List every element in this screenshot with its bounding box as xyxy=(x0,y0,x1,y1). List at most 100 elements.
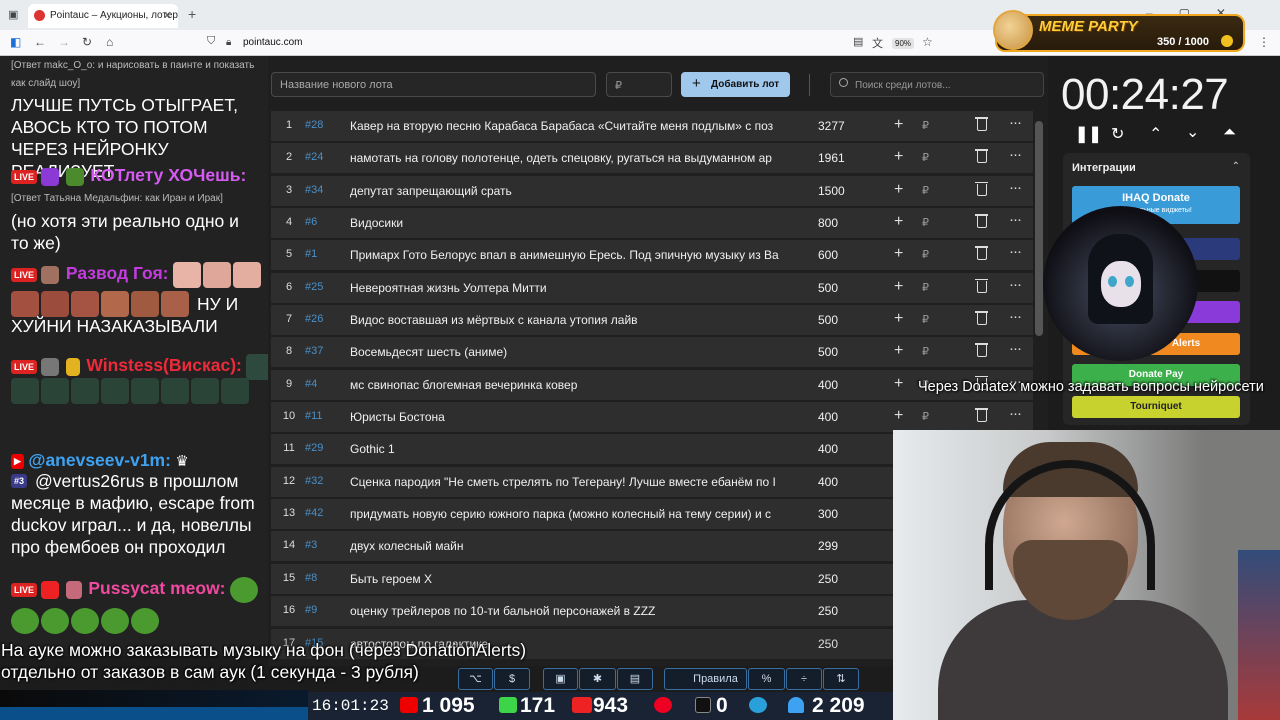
chat-username[interactable]: КОТлету ХОЧешь: xyxy=(90,165,246,185)
add-amount-icon[interactable]: + xyxy=(894,375,903,393)
more-icon[interactable]: ··· xyxy=(1009,114,1022,131)
ruble-icon[interactable]: ₽ xyxy=(922,410,929,423)
add-amount-icon[interactable]: + xyxy=(894,310,903,328)
lot-id[interactable]: #11 xyxy=(305,410,323,422)
lot-name[interactable]: намотать на голову полотенце, одеть спец… xyxy=(350,151,792,165)
lot-id[interactable]: #37 xyxy=(305,345,323,357)
trash-icon[interactable] xyxy=(975,117,988,131)
lot-name[interactable]: Юристы Бостона xyxy=(350,410,792,424)
tourniquet-button[interactable]: Tourniquet xyxy=(1072,396,1240,418)
lot-row[interactable]: 5 #1 Примарх Гото Белорус впал в анимешную… xyxy=(271,240,1033,271)
add-amount-icon[interactable]: + xyxy=(894,148,903,166)
trash-icon[interactable] xyxy=(975,408,988,423)
lot-id[interactable]: #3 xyxy=(305,539,317,551)
split-button[interactable]: ÷ xyxy=(786,668,822,690)
ruble-icon[interactable]: ₽ xyxy=(922,184,929,197)
lot-name[interactable]: мс свинопас блогемная вечеринка ковер xyxy=(350,378,792,392)
lot-id[interactable]: #26 xyxy=(305,313,323,325)
ruble-icon[interactable]: ₽ xyxy=(922,216,929,229)
lot-id[interactable]: #8 xyxy=(305,572,317,584)
shield-icon[interactable]: ⛉ xyxy=(207,35,215,48)
new-tab-icon[interactable]: + xyxy=(188,6,196,22)
lock-icon[interactable]: 🔒︎ xyxy=(226,37,231,48)
menu-icon[interactable]: ⋮ xyxy=(1258,35,1270,49)
sidebar-icon[interactable]: ◧ xyxy=(10,35,21,49)
chat-username[interactable]: @anevseev-v1m: xyxy=(28,450,171,470)
home-icon[interactable]: ⌂ xyxy=(106,35,113,49)
lot-id[interactable]: #25 xyxy=(305,281,323,293)
more-icon[interactable]: ··· xyxy=(1009,340,1022,357)
chat-username[interactable]: Развод Гоя: xyxy=(66,263,169,283)
double-add-time-icon[interactable]: ⏶ xyxy=(1223,124,1236,142)
lot-name[interactable]: Примарх Гото Белорус впал в анимешную Ер… xyxy=(350,248,792,262)
close-tab-icon[interactable]: ✕ xyxy=(163,9,172,22)
lot-name[interactable]: Быть героем X xyxy=(350,572,792,586)
lot-id[interactable]: #9 xyxy=(305,604,317,616)
lot-id[interactable]: #1 xyxy=(305,248,317,260)
rules-button[interactable]: Правила xyxy=(664,668,747,690)
ruble-icon[interactable]: ₽ xyxy=(922,119,929,132)
more-icon[interactable]: ··· xyxy=(1009,211,1022,228)
sort-button[interactable]: ⇅ xyxy=(823,668,859,690)
lot-name[interactable]: Кавер на вторую песню Карабаса Барабаса … xyxy=(350,119,792,133)
more-icon[interactable]: ··· xyxy=(1009,405,1022,422)
add-amount-icon[interactable]: + xyxy=(894,245,903,263)
lot-id[interactable]: #42 xyxy=(305,507,323,519)
lot-id[interactable]: #28 xyxy=(305,119,323,131)
ruble-icon[interactable]: ₽ xyxy=(922,281,929,294)
bookmark-star-icon[interactable]: ☆ xyxy=(922,35,933,49)
lot-name[interactable]: Видосики xyxy=(350,216,792,230)
more-icon[interactable]: ··· xyxy=(1009,179,1022,196)
lot-name[interactable]: Видос воставшая из мёртвых с канала утоп… xyxy=(350,313,792,327)
lot-name[interactable]: Gothic 1 xyxy=(350,442,792,456)
lot-row[interactable]: 10 #11 Юристы Бостона 400 + ₽ ··· xyxy=(271,402,1033,433)
zoom-level[interactable]: 90% xyxy=(892,38,915,49)
forward-icon[interactable]: → xyxy=(58,35,70,49)
more-icon[interactable]: ··· xyxy=(1009,276,1022,293)
new-lot-input[interactable]: Название нового лота xyxy=(271,72,596,97)
subtract-time-icon[interactable]: ⌄ xyxy=(1186,122,1199,142)
tab-overview-icon[interactable]: ▣ xyxy=(8,8,18,21)
chat-username[interactable]: Pussycat meow: xyxy=(88,578,225,598)
add-amount-icon[interactable]: + xyxy=(894,278,903,296)
translate-icon[interactable]: 文 xyxy=(872,35,883,51)
more-icon[interactable]: ··· xyxy=(1009,308,1022,325)
browser-tab[interactable]: Pointauc – Аукционы, лотереи ✕ xyxy=(28,4,178,28)
lot-name[interactable]: оценку трейлеров по 10-ти бальной персон… xyxy=(350,604,792,618)
lot-id[interactable]: #32 xyxy=(305,475,323,487)
ruble-icon[interactable]: ₽ xyxy=(922,345,929,358)
back-icon[interactable]: ← xyxy=(34,35,46,49)
add-amount-icon[interactable]: + xyxy=(894,213,903,231)
trash-icon[interactable] xyxy=(975,278,988,293)
trash-icon[interactable] xyxy=(975,214,988,229)
lot-name[interactable]: придумать новую серию южного парка (можн… xyxy=(350,507,792,521)
trash-icon[interactable] xyxy=(975,246,988,261)
pause-icon[interactable]: ❚❚ xyxy=(1075,124,1102,144)
ruble-icon[interactable]: ₽ xyxy=(922,248,929,261)
add-time-icon[interactable]: ⌃ xyxy=(1149,124,1162,144)
add-amount-icon[interactable]: + xyxy=(894,342,903,360)
ruble-icon[interactable]: ₽ xyxy=(922,151,929,164)
ruble-icon[interactable]: ₽ xyxy=(922,313,929,326)
trash-icon[interactable] xyxy=(975,311,988,326)
chevron-up-icon[interactable]: ⌃ xyxy=(1232,161,1240,172)
lot-id[interactable]: #6 xyxy=(305,216,317,228)
lot-row[interactable]: 3 #34 депутат запрещающий срать 1500 + ₽ ··· xyxy=(271,175,1033,206)
lot-row[interactable]: 2 #24 намотать на голову полотенце, одеть … xyxy=(271,143,1033,174)
reset-icon[interactable]: ↻ xyxy=(1111,124,1124,144)
add-amount-icon[interactable]: + xyxy=(894,181,903,199)
trash-icon[interactable] xyxy=(975,181,988,196)
lot-row[interactable]: 4 #6 Видосики 800 + ₽ ··· xyxy=(271,208,1033,239)
lot-list-scrollbar[interactable] xyxy=(1035,121,1043,336)
percent-button[interactable]: % xyxy=(748,668,785,690)
trash-icon[interactable] xyxy=(975,343,988,358)
price-input[interactable]: ₽ xyxy=(606,72,672,97)
lot-search-input[interactable]: Поиск среди лотов... xyxy=(830,72,1044,97)
lot-name[interactable]: депутат запрещающий срать xyxy=(350,184,792,198)
lot-id[interactable]: #24 xyxy=(305,151,323,163)
more-icon[interactable]: ··· xyxy=(1009,146,1022,163)
add-lot-button[interactable]: + Добавить лот xyxy=(681,72,790,97)
lot-id[interactable]: #4 xyxy=(305,378,317,390)
lot-name[interactable]: Восемьдесят шесть (аниме) xyxy=(350,345,792,359)
more-icon[interactable]: ··· xyxy=(1009,243,1022,260)
